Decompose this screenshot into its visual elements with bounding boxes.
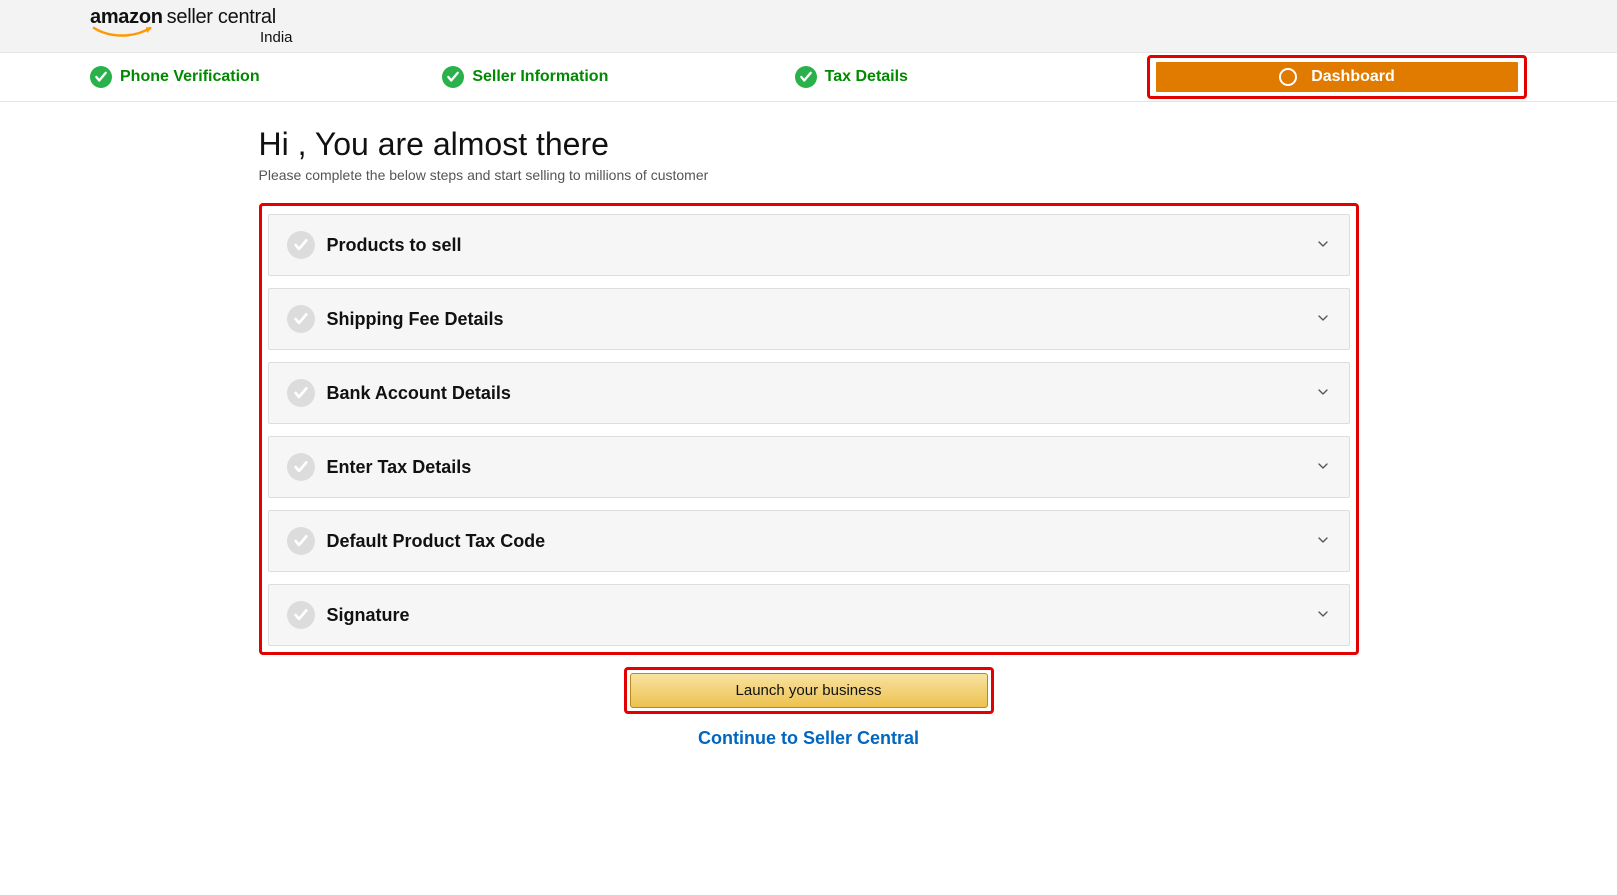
accordion-left: Shipping Fee Details [287, 305, 504, 333]
step-label: Tax Details [825, 68, 908, 86]
accordion-label: Bank Account Details [327, 383, 511, 404]
brand-region: India [260, 29, 293, 46]
highlight-box-launch: Launch your business [624, 667, 994, 714]
step-phone-verification[interactable]: Phone Verification [90, 53, 442, 101]
checkmark-icon [442, 66, 464, 88]
top-bar-inner: amazon seller central India [0, 6, 1617, 52]
accordion-label: Products to sell [327, 235, 462, 256]
chevron-down-icon [1315, 458, 1331, 477]
amazon-swoosh-icon [92, 25, 152, 35]
continue-to-seller-central-link[interactable]: Continue to Seller Central [259, 728, 1359, 749]
brand-word-seller-central: seller central [167, 6, 276, 29]
ring-icon [1279, 68, 1297, 86]
top-bar: amazon seller central India [0, 0, 1617, 53]
page-subtitle: Please complete the below steps and star… [259, 167, 1359, 183]
chevron-down-icon [1315, 236, 1331, 255]
accordion-products-to-sell[interactable]: Products to sell [268, 214, 1350, 276]
accordion-signature[interactable]: Signature [268, 584, 1350, 646]
chevron-down-icon [1315, 310, 1331, 329]
checkmark-icon [287, 379, 315, 407]
accordion-left: Enter Tax Details [287, 453, 472, 481]
accordion-bank-account-details[interactable]: Bank Account Details [268, 362, 1350, 424]
main-content: Hi , You are almost there Please complet… [249, 126, 1369, 749]
checkmark-icon [90, 66, 112, 88]
step-dashboard-current[interactable]: Dashboard [1156, 62, 1518, 92]
accordion-left: Default Product Tax Code [287, 527, 546, 555]
step-label: Seller Information [472, 68, 608, 86]
checkmark-icon [287, 527, 315, 555]
chevron-down-icon [1315, 532, 1331, 551]
accordion-left: Products to sell [287, 231, 462, 259]
step-bar: Phone Verification Seller Information Ta… [0, 53, 1617, 102]
checkmark-icon [287, 453, 315, 481]
step-seller-information[interactable]: Seller Information [442, 53, 794, 101]
chevron-down-icon [1315, 384, 1331, 403]
accordion-label: Enter Tax Details [327, 457, 472, 478]
checkmark-icon [287, 305, 315, 333]
step-label: Phone Verification [120, 68, 260, 86]
checkmark-icon [795, 66, 817, 88]
accordion-label: Shipping Fee Details [327, 309, 504, 330]
accordion-label: Signature [327, 605, 410, 626]
step-tax-details[interactable]: Tax Details [795, 53, 1147, 101]
highlight-box-dashboard: Dashboard [1147, 55, 1527, 99]
accordion-default-product-tax-code[interactable]: Default Product Tax Code [268, 510, 1350, 572]
page-title: Hi , You are almost there [259, 126, 1359, 163]
accordion-label: Default Product Tax Code [327, 531, 546, 552]
brand-logo[interactable]: amazon seller central India [90, 6, 310, 46]
launch-your-business-button[interactable]: Launch your business [630, 673, 988, 708]
accordion-left: Bank Account Details [287, 379, 511, 407]
accordion-shipping-fee-details[interactable]: Shipping Fee Details [268, 288, 1350, 350]
accordion-left: Signature [287, 601, 410, 629]
accordion-enter-tax-details[interactable]: Enter Tax Details [268, 436, 1350, 498]
checkmark-icon [287, 231, 315, 259]
checkmark-icon [287, 601, 315, 629]
step-bar-inner: Phone Verification Seller Information Ta… [0, 53, 1617, 101]
chevron-down-icon [1315, 606, 1331, 625]
highlight-box-accordion: Products to sell Shipping Fee Details [259, 203, 1359, 655]
step-label: Dashboard [1311, 68, 1395, 86]
